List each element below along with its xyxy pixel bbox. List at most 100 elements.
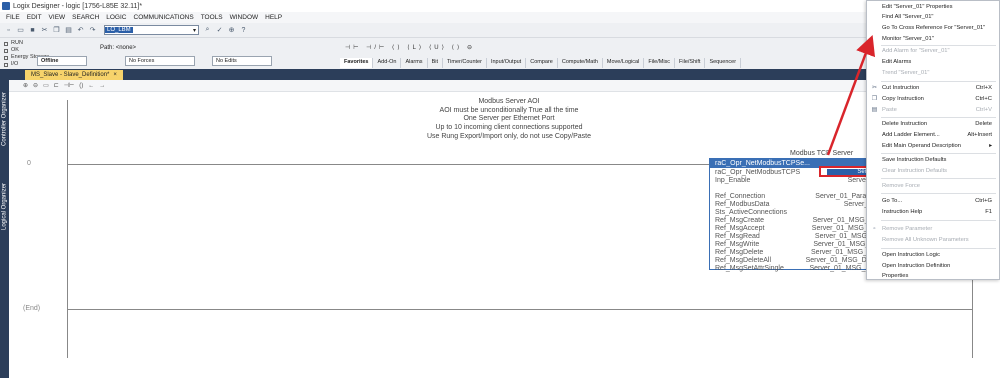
menu-help[interactable]: HELP (265, 14, 282, 21)
chevron-down-icon: ▾ (192, 27, 196, 34)
menu-item-remove-force[interactable]: Remove Force (882, 182, 995, 191)
tab-alarms[interactable]: Alarms (401, 58, 428, 68)
menu-edit[interactable]: EDIT (27, 14, 42, 21)
aoi-row: Inp_Enable Server_0 (715, 177, 876, 184)
menu-item-cut-instruction[interactable]: Cut Instruction Ctrl+X (882, 84, 995, 93)
menu-item-delete-instruction[interactable]: Delete Instruction Delete (882, 120, 995, 129)
tab-file-misc[interactable]: File/Misc (644, 58, 676, 68)
tab-input-output[interactable]: Input/Output (487, 58, 527, 68)
branch-icon[interactable]: ⊏ (54, 82, 59, 89)
tab-compare[interactable]: Compare (526, 58, 558, 68)
title-bar: Logix Designer - logic [1756-L85E 32.11]… (0, 0, 1000, 12)
menu-item-go-to[interactable]: Go To... Ctrl+G (882, 197, 995, 206)
paste-icon: ▤ (871, 107, 878, 113)
main-toolbar: ▫ ▭ ■ ✂ ❐ ▤ ↶ ↷ LO_LBM ▾ ⌕ ✓ ⊕ ? (0, 23, 1000, 38)
logical-organizer-tab[interactable]: Logical Organizer (0, 169, 9, 244)
save-icon[interactable]: ■ (28, 26, 37, 35)
tab-move-logical[interactable]: Move/Logical (603, 58, 645, 68)
zoom-icon[interactable]: ⊕ (227, 26, 236, 35)
close-icon[interactable]: × (113, 72, 117, 78)
menu-item-save-defaults[interactable]: Save Instruction Defaults (882, 156, 995, 165)
remove-parameter-icon: ▫ (873, 226, 876, 232)
status-indicator-icon (4, 62, 8, 67)
menu-item-copy-instruction[interactable]: Copy Instruction Ctrl+C (882, 95, 995, 104)
menu-item-open-definition[interactable]: Open Instruction Definition (882, 262, 995, 271)
menu-item-open-logic[interactable]: Open Instruction Logic (882, 251, 995, 260)
aoi-instruction-block[interactable]: Modbus TCP Server raC_Opr_NetModbusTCPSe… (709, 150, 879, 272)
status-run: RUN (4, 40, 49, 47)
find-icon[interactable]: ⌕ (203, 26, 212, 35)
menu-separator (881, 248, 996, 249)
end-rung-wire (67, 309, 973, 310)
rung-icon[interactable]: ▭ (43, 82, 49, 89)
mode-dropdown[interactable]: Offline (37, 56, 87, 66)
forces-dropdown[interactable]: No Forces (125, 56, 195, 66)
redo-icon[interactable]: ↷ (88, 26, 97, 35)
ladder-editor[interactable]: Modbus Server AOI AOI must be unconditio… (9, 92, 1000, 378)
menu-item-paste[interactable]: Paste Ctrl+V (882, 106, 995, 115)
menu-file[interactable]: FILE (6, 14, 20, 21)
aoi-description: Modbus TCP Server (790, 150, 854, 157)
cut-icon: ✂ (871, 85, 878, 91)
aoi-row: Ref_MsgCreate Server_01_MSG_Cr (715, 217, 876, 224)
ladder-toolbar: ⊕ ⊖ ▭ ⊏ ⊣⊢ () ← → (9, 80, 1000, 92)
end-rung-label: (End) (23, 305, 41, 312)
arrow-left-icon[interactable]: ← (88, 83, 94, 89)
tab-timer-counter[interactable]: Timer/Counter (443, 58, 487, 68)
undo-icon[interactable]: ↶ (76, 26, 85, 35)
menu-item-add-alarm[interactable]: Add Alarm for "Server_01" (882, 47, 995, 56)
tab-add-on[interactable]: Add-On (373, 58, 402, 68)
menu-tools[interactable]: TOOLS (201, 14, 223, 21)
menu-item-edit-operand-description[interactable]: Edit Main Operand Description ▸ (882, 142, 995, 151)
cut-icon[interactable]: ✂ (40, 26, 49, 35)
menu-item-properties[interactable]: Properties (882, 272, 995, 281)
edits-dropdown[interactable]: No Edits (212, 56, 272, 66)
arrow-right-icon[interactable]: → (99, 83, 105, 89)
open-icon[interactable]: ▭ (16, 26, 25, 35)
menu-communications[interactable]: COMMUNICATIONS (134, 14, 194, 21)
aoi-row: Ref_ModbusData Server_01 (715, 201, 876, 208)
contact-icon[interactable]: ⊣⊢ (64, 82, 74, 89)
aoi-row: Ref_MsgWrite Server_01_MSG_W (715, 241, 876, 248)
menu-window[interactable]: WINDOW (230, 14, 259, 21)
tab-compute-math[interactable]: Compute/Math (558, 58, 603, 68)
left-power-rail (67, 100, 68, 358)
controller-organizer-tab[interactable]: Controller Organizer (0, 71, 9, 166)
document-tab-bar: MS_Slave - Slave_Definition* × (9, 69, 1000, 80)
menu-item-clear-defaults[interactable]: Clear Instruction Defaults (882, 167, 995, 176)
paste-icon[interactable]: ▤ (64, 26, 73, 35)
menu-item-remove-unknown-parameters[interactable]: Remove All Unknown Parameters (882, 236, 995, 245)
zoom-out-icon[interactable]: ⊖ (33, 82, 38, 89)
aoi-row (710, 185, 878, 193)
menu-item-find-all[interactable]: Find All "Server_01" (882, 13, 995, 22)
copy-icon[interactable]: ❐ (52, 26, 61, 35)
routine-select-value: LO_LBM (105, 27, 133, 33)
tab-sequencer[interactable]: Sequencer (705, 58, 742, 68)
menu-search[interactable]: SEARCH (72, 14, 99, 21)
menu-item-instruction-help[interactable]: Instruction Help F1 (882, 208, 995, 217)
routine-select[interactable]: LO_LBM ▾ (104, 25, 199, 35)
menu-item-add-ladder-element[interactable]: Add Ladder Element... Alt+Insert (882, 131, 995, 140)
instruction-palette[interactable]: ⊣⊢ ⊣/⊢ ⟨⟩ ⟨L⟩ ⟨U⟩ ⟨⟩ ⊖ (345, 44, 475, 51)
help-icon[interactable]: ? (239, 26, 248, 35)
context-menu: Edit "Server_01" Properties Find All "Se… (866, 0, 1000, 280)
tab-favorites[interactable]: Favorites (340, 58, 374, 68)
menu-view[interactable]: VIEW (49, 14, 66, 21)
menu-item-edit-properties[interactable]: Edit "Server_01" Properties (882, 3, 995, 12)
aoi-row: Sts_ActiveConnections (715, 209, 787, 216)
verify-icon[interactable]: ✓ (215, 26, 224, 35)
menu-item-trend[interactable]: Trend "Server_01" (882, 69, 995, 78)
menu-item-remove-parameter[interactable]: Remove Parameter (882, 225, 995, 234)
tab-file-shift[interactable]: File/Shift (675, 58, 706, 68)
coil-icon[interactable]: () (79, 83, 83, 89)
tab-bit[interactable]: Bit (428, 58, 443, 68)
status-indicator-icon (4, 48, 8, 53)
aoi-row: Ref_MsgSetAttrSingle Server_01_MSG_Set (715, 265, 876, 272)
menu-item-monitor[interactable]: Monitor "Server_01" (882, 35, 995, 44)
document-tab[interactable]: MS_Slave - Slave_Definition* × (25, 70, 123, 80)
new-icon[interactable]: ▫ (4, 26, 13, 35)
zoom-in-icon[interactable]: ⊕ (23, 82, 28, 89)
menu-item-cross-reference[interactable]: Go To Cross Reference For "Server_01" (882, 24, 995, 33)
menu-item-edit-alarms[interactable]: Edit Alarms (882, 58, 995, 67)
menu-logic[interactable]: LOGIC (106, 14, 126, 21)
